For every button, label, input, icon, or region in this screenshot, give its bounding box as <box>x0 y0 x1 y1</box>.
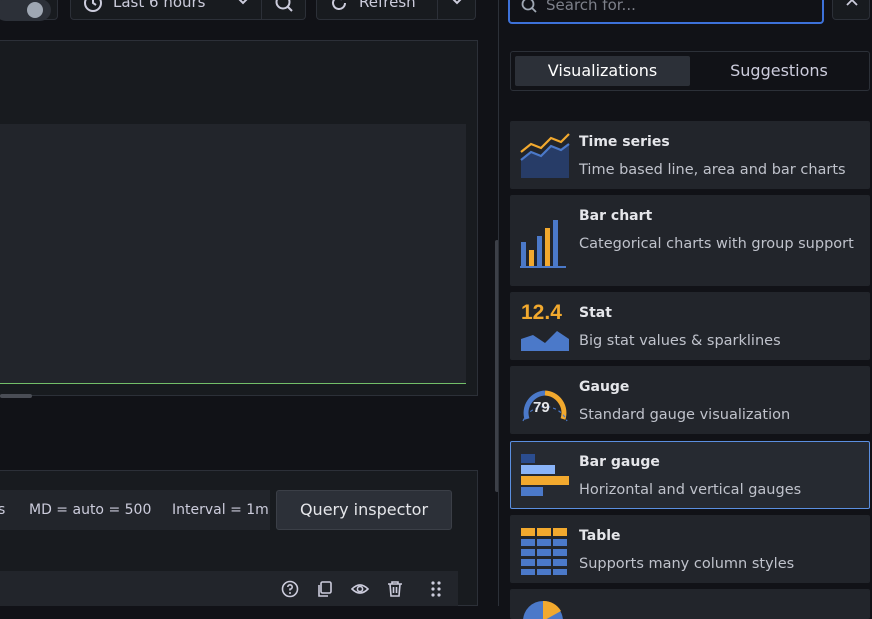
viz-card-desc: Standard gauge visualization <box>579 407 791 423</box>
viz-card-desc: Categorical charts with group support <box>579 236 854 252</box>
time-series-icon <box>520 133 570 178</box>
gauge-icon-value: 79 <box>533 399 550 416</box>
close-icon <box>846 0 858 6</box>
refresh-icon <box>332 0 346 10</box>
bar-gauge-icon <box>521 454 569 496</box>
viz-card-stat[interactable]: 12.4 Stat Big stat values & sparklines <box>510 292 870 360</box>
viz-card-bar-gauge[interactable]: Bar gauge Horizontal and vertical gauges <box>510 441 870 509</box>
stat-icon-value: 12.4 <box>521 301 562 324</box>
viz-card-desc: Horizontal and vertical gauges <box>579 482 802 498</box>
search-placeholder: Search for... <box>546 0 636 14</box>
viz-card-desc: Supports many column styles <box>579 556 795 572</box>
chevron-down-icon <box>452 0 462 5</box>
viz-card-title: Bar gauge <box>579 454 660 470</box>
viz-card-desc: Big stat values & sparklines <box>579 333 781 349</box>
clock-icon <box>84 0 102 12</box>
trash-icon[interactable] <box>386 580 404 598</box>
search-icon <box>521 0 537 13</box>
query-inspector-button[interactable]: Query inspector <box>276 490 452 530</box>
zoom-out-button[interactable] <box>262 0 306 20</box>
refresh-label: Refresh <box>359 0 416 11</box>
query-options-cut-text: s <box>0 502 6 518</box>
sparkline-icon <box>521 331 569 351</box>
viz-card-desc: Time based line, area and bar charts <box>579 162 846 178</box>
viz-card-table[interactable]: Table Supports many column styles <box>510 515 870 583</box>
live-toggle[interactable] <box>0 0 58 21</box>
refresh-interval-dropdown[interactable] <box>438 0 476 20</box>
max-data-points-text: MD = auto = 500 <box>29 502 152 518</box>
viz-card-title: Bar chart <box>579 208 653 224</box>
duplicate-icon[interactable] <box>316 580 334 598</box>
viz-card-title: Gauge <box>579 379 630 395</box>
zoom-out-icon <box>275 0 293 12</box>
panel-plot-area <box>0 124 466 384</box>
drag-handle-icon[interactable] <box>427 580 445 598</box>
viz-tabs: Visualizations Suggestions <box>510 51 870 91</box>
viz-card-title: Time series <box>579 134 670 150</box>
table-icon <box>521 528 567 575</box>
toggle-knob <box>27 2 43 18</box>
stat-icon: 12.4 <box>519 301 571 353</box>
close-button[interactable] <box>832 0 870 20</box>
viz-search-input[interactable]: Search for... <box>508 0 824 24</box>
pie-chart-icon <box>523 600 563 619</box>
help-icon[interactable] <box>281 580 299 598</box>
gauge-icon: 79 <box>519 377 571 427</box>
viz-card-partial[interactable] <box>510 589 870 619</box>
viz-card-title: Table <box>579 528 621 544</box>
pane-splitter[interactable] <box>498 0 499 606</box>
viz-card-gauge[interactable]: 79 Gauge Standard gauge visualization <box>510 366 870 434</box>
time-range-label: Last 6 hours <box>113 0 206 11</box>
chevron-down-icon <box>238 0 248 5</box>
bar-chart-icon <box>520 220 566 268</box>
eye-icon[interactable] <box>351 580 369 598</box>
time-range-picker[interactable]: Last 6 hours <box>70 0 262 20</box>
toggle-track <box>0 0 51 21</box>
horizontal-scrollbar[interactable] <box>0 394 32 398</box>
tab-suggestions[interactable]: Suggestions <box>691 56 867 86</box>
tab-visualizations[interactable]: Visualizations <box>515 56 690 86</box>
viz-card-time-series[interactable]: Time series Time based line, area and ba… <box>510 121 870 189</box>
refresh-button[interactable]: Refresh <box>316 0 438 20</box>
interval-text: Interval = 1m <box>172 502 269 518</box>
viz-card-bar-chart[interactable]: Bar chart Categorical charts with group … <box>510 195 870 286</box>
viz-card-title: Stat <box>579 305 612 321</box>
